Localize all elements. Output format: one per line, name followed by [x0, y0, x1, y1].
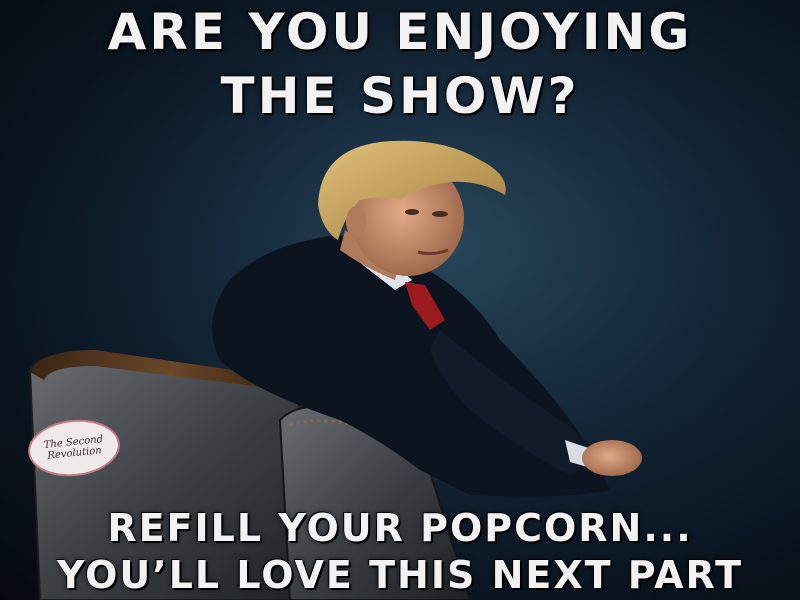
eye [432, 211, 448, 217]
meme-image: The Second Revolution ARE YOU ENJOYING T… [0, 0, 800, 600]
caption-top-line-2: THE SHOW? [220, 67, 580, 125]
eye [405, 209, 419, 215]
caption-bottom-line-2: YOU’LL LOVE THIS NEXT PART [56, 553, 744, 597]
caption-bottom-line-1: REFILL YOUR POPCORN... [107, 506, 693, 550]
ear [346, 206, 366, 238]
watermark-text: The Second Revolution [43, 433, 104, 462]
caption-top-line-1: ARE YOU ENJOYING [107, 3, 693, 61]
hands [582, 440, 642, 476]
